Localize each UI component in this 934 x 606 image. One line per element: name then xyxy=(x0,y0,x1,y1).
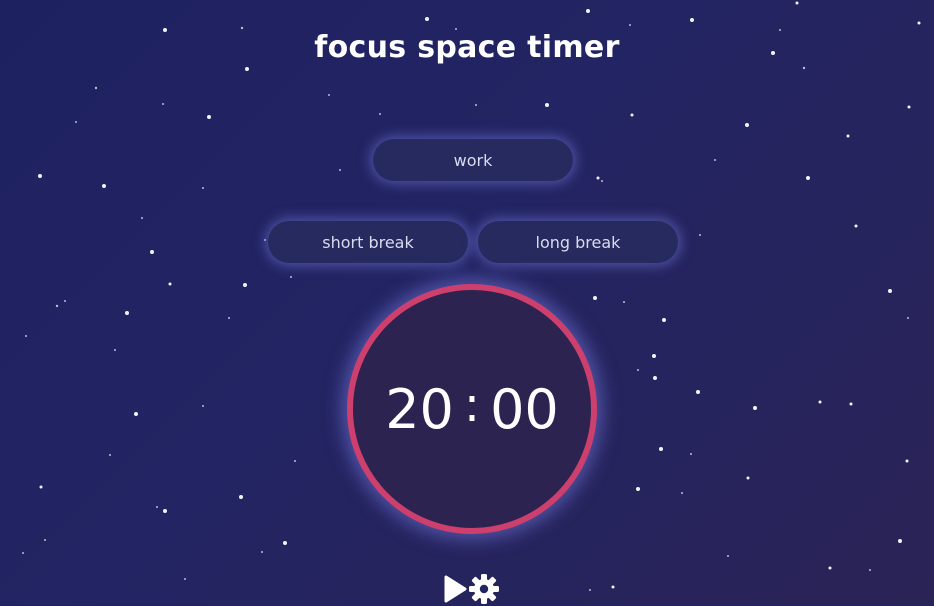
star xyxy=(475,104,477,106)
star xyxy=(75,121,77,123)
star xyxy=(44,539,46,541)
star xyxy=(55,304,59,308)
star xyxy=(22,552,24,554)
star xyxy=(184,578,186,580)
star xyxy=(888,289,892,293)
star xyxy=(802,66,806,70)
star xyxy=(264,239,266,241)
star xyxy=(818,400,822,404)
star xyxy=(243,283,247,287)
timer-ring: 20 : 00 xyxy=(347,284,597,534)
star xyxy=(379,113,381,115)
star xyxy=(714,159,716,161)
star xyxy=(589,589,591,591)
star xyxy=(168,282,172,286)
star xyxy=(611,585,615,589)
star xyxy=(806,176,810,180)
timer-controls xyxy=(442,572,500,606)
star xyxy=(586,9,590,13)
work-mode-button[interactable]: work xyxy=(373,139,573,181)
star xyxy=(659,447,663,451)
star xyxy=(162,103,164,105)
star xyxy=(849,402,853,406)
star xyxy=(746,476,750,480)
star xyxy=(753,406,757,410)
star xyxy=(339,169,341,171)
gear-icon xyxy=(469,574,499,604)
timer-seconds: 00 xyxy=(490,377,559,441)
star xyxy=(94,86,98,90)
star xyxy=(593,296,597,300)
long-break-button[interactable]: long break xyxy=(478,221,678,263)
star xyxy=(745,123,749,127)
star xyxy=(207,115,211,119)
star xyxy=(239,495,243,499)
timer-minutes: 20 xyxy=(385,377,454,441)
star xyxy=(869,569,871,571)
star xyxy=(653,376,657,380)
star xyxy=(690,18,694,22)
star xyxy=(898,539,902,543)
star xyxy=(294,460,296,462)
star xyxy=(662,318,666,322)
star xyxy=(623,301,625,303)
star xyxy=(727,555,729,557)
play-icon xyxy=(444,575,467,603)
star xyxy=(228,317,230,319)
play-button[interactable] xyxy=(442,574,468,604)
star xyxy=(141,217,143,219)
star xyxy=(163,509,167,513)
star xyxy=(202,187,204,189)
star xyxy=(39,485,43,489)
star xyxy=(328,94,330,96)
star xyxy=(637,369,639,371)
timer-separator: : xyxy=(463,377,481,433)
star xyxy=(681,492,683,494)
star xyxy=(905,459,909,463)
star xyxy=(64,300,66,302)
star xyxy=(290,276,292,278)
timer-display: 20 : 00 xyxy=(353,290,591,528)
star xyxy=(917,21,921,25)
page-title: focus space timer xyxy=(314,30,620,65)
star xyxy=(114,349,116,351)
star xyxy=(425,17,429,21)
star xyxy=(125,311,129,315)
star xyxy=(907,105,911,109)
star xyxy=(652,354,656,358)
star xyxy=(102,184,106,188)
settings-button[interactable] xyxy=(468,573,500,605)
star xyxy=(202,405,204,407)
star xyxy=(846,134,850,138)
star xyxy=(25,335,27,337)
star xyxy=(699,234,701,236)
star xyxy=(38,174,42,178)
star xyxy=(156,506,158,508)
star xyxy=(828,566,832,570)
star xyxy=(854,224,858,228)
star xyxy=(109,454,111,456)
star xyxy=(596,176,600,180)
star xyxy=(636,487,640,491)
star xyxy=(696,390,700,394)
star xyxy=(150,250,154,254)
star xyxy=(690,453,692,455)
star xyxy=(629,24,631,26)
star xyxy=(283,541,287,545)
star xyxy=(601,180,603,182)
star xyxy=(245,67,249,71)
star xyxy=(134,412,138,416)
star xyxy=(630,113,634,117)
star xyxy=(907,317,909,319)
star xyxy=(240,26,244,30)
short-break-button[interactable]: short break xyxy=(268,221,468,263)
star xyxy=(261,551,263,553)
star xyxy=(795,1,799,5)
star xyxy=(545,103,549,107)
